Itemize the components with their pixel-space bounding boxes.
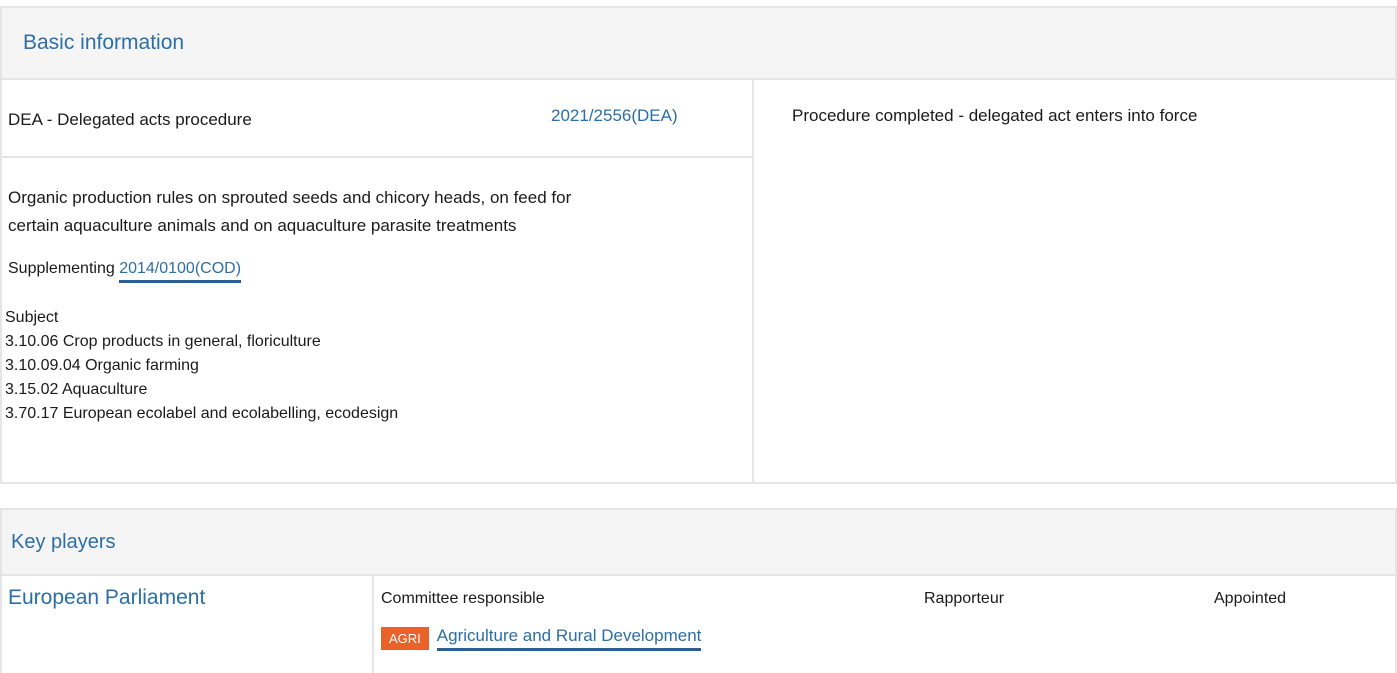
subject-item: 3.70.17 European ecolabel and ecolabelli… <box>5 405 399 422</box>
procedure-title: Organic production rules on sprouted see… <box>8 184 748 240</box>
procedure-details-column: DEA - Delegated acts procedure 2021/2556… <box>2 80 754 482</box>
procedure-title-line-2: certain aquaculture animals and on aquac… <box>8 216 517 235</box>
subject-item: 3.15.02 Aquaculture <box>5 381 148 398</box>
european-parliament-link[interactable]: European Parliament <box>8 586 205 610</box>
supplementing-procedure-link[interactable]: 2014/0100(COD) <box>119 260 242 283</box>
subject-item: 3.10.09.04 Organic farming <box>5 357 199 374</box>
subject-list: Subject 3.10.06 Crop products in general… <box>5 306 398 426</box>
basic-information-header: Basic information <box>2 8 1395 80</box>
subject-item: 3.10.06 Crop products in general, floric… <box>5 333 321 350</box>
committee-row: AGRI Agriculture and Rural Development <box>381 626 702 651</box>
appointed-heading: Appointed <box>1214 590 1287 607</box>
committee-badge: AGRI <box>381 627 429 650</box>
basic-information-body: DEA - Delegated acts procedure 2021/2556… <box>2 80 1395 482</box>
procedure-title-line-1: Organic production rules on sprouted see… <box>8 188 572 207</box>
procedure-type-row: DEA - Delegated acts procedure 2021/2556… <box>2 80 752 158</box>
rapporteur-heading: Rapporteur <box>924 590 1005 607</box>
key-players-header: Key players <box>2 510 1395 576</box>
supplementing-row: Supplementing 2014/0100(COD) <box>8 260 242 283</box>
column-divider <box>372 576 374 673</box>
procedure-reference-link[interactable]: 2021/2556(DEA) <box>551 106 678 126</box>
committee-responsible-heading: Committee responsible <box>381 590 545 607</box>
procedure-status-column: Procedure completed - delegated act ente… <box>756 80 1395 482</box>
committee-link[interactable]: Agriculture and Rural Development <box>436 626 702 651</box>
key-players-section: Key players European Parliament Committe… <box>0 508 1397 673</box>
basic-information-section: Basic information DEA - Delegated acts p… <box>0 6 1397 484</box>
procedure-type: DEA - Delegated acts procedure <box>8 110 252 129</box>
procedure-status: Procedure completed - delegated act ente… <box>792 106 1198 125</box>
subject-label: Subject <box>5 309 59 326</box>
supplementing-label: Supplementing <box>8 260 120 277</box>
